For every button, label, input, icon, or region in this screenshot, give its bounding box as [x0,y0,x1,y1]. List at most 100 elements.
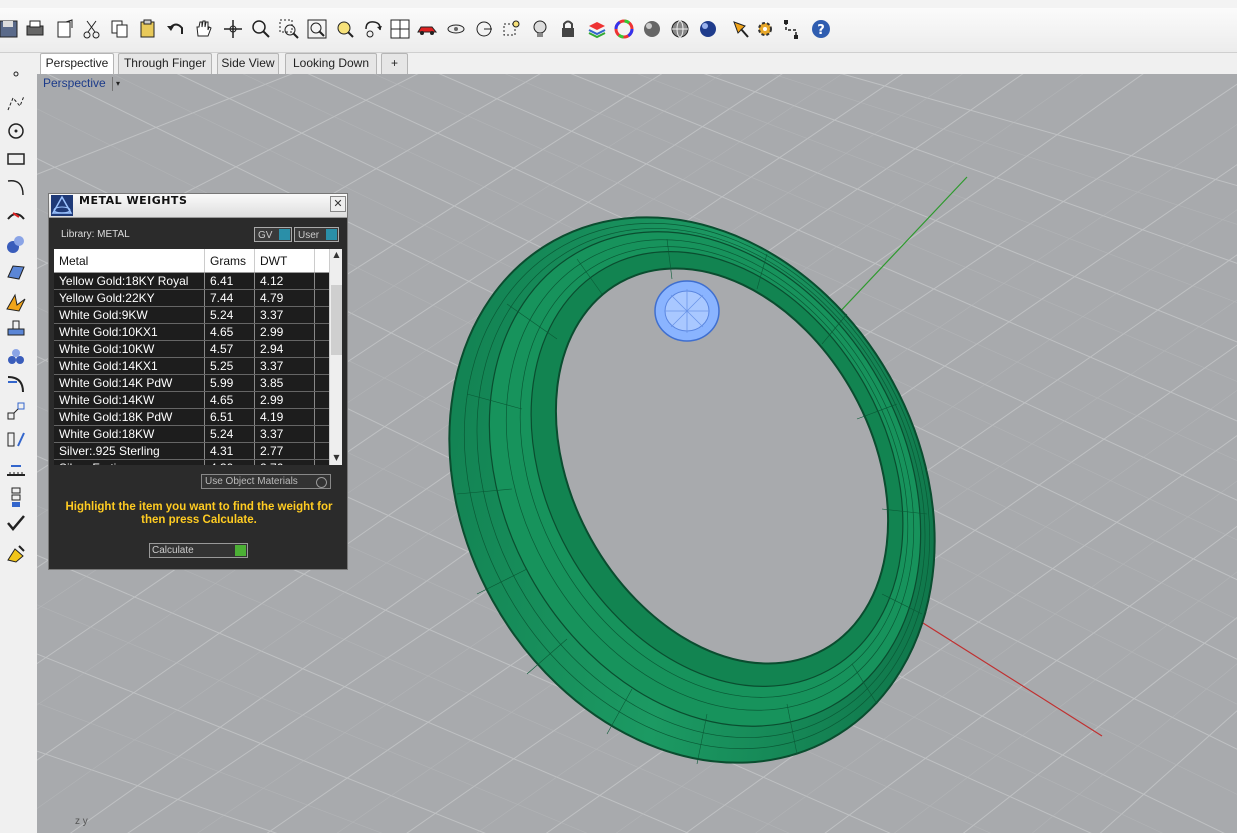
calculate-button[interactable]: Calculate [149,543,248,558]
dimension-icon[interactable] [780,16,806,42]
close-icon[interactable]: ✕ [330,196,346,212]
metal-cell: White Gold:18K PdW [54,408,205,426]
transform-icon[interactable] [3,398,29,424]
revolve-icon[interactable] [3,203,29,229]
dwt-cell: 2.76 [254,459,315,465]
metal-cell: White Gold:14K PdW [54,374,205,392]
library-label: Library: METAL [61,229,130,240]
print-icon[interactable] [22,16,48,42]
rotate-view-icon[interactable] [360,16,386,42]
polyline-icon[interactable] [3,90,29,116]
metal-cell: White Gold:14KW [54,391,205,409]
use-object-materials-toggle[interactable]: Use Object Materials [201,474,331,489]
table-row[interactable]: White Gold:14K PdW 5.99 3.85 [54,374,332,392]
rail-icon[interactable] [3,371,29,397]
sphere-wire-icon[interactable] [667,16,693,42]
paste-icon[interactable] [135,16,161,42]
circle-icon[interactable] [3,118,29,144]
table-row[interactable]: White Gold:18K PdW 6.51 4.19 [54,408,332,426]
gemstone [654,280,720,342]
export-icon[interactable] [52,16,78,42]
table-row[interactable]: White Gold:14KX1 5.25 3.37 [54,357,332,375]
array-icon[interactable] [3,484,29,510]
dwt-cell: 3.85 [254,374,315,392]
boolean-icon[interactable] [3,344,29,370]
curve-icon[interactable] [3,174,29,200]
four-viewports-icon[interactable] [387,16,413,42]
radio-icon [316,477,327,488]
rectangle-icon[interactable] [3,146,29,172]
column-header-grams[interactable]: Grams [204,249,255,273]
metal-weights-panel: METAL WEIGHTS ✕ Library: METAL GV User M… [48,193,348,570]
column-header-metal[interactable]: Metal [54,249,205,273]
eye-icon[interactable] [443,16,469,42]
mirror-icon[interactable] [3,426,29,452]
tab-looking-down[interactable]: Looking Down [285,53,377,74]
add-tab-button[interactable]: + [381,53,408,74]
surface-icon[interactable] [3,259,29,285]
tab-side-view[interactable]: Side View [217,53,279,74]
panel-title-bar[interactable]: METAL WEIGHTS ✕ [49,194,347,218]
table-row[interactable]: White Gold:18KW 5.24 3.37 [54,425,332,443]
table-row[interactable]: Silver:.925 Sterling 4.31 2.77 [54,442,332,460]
car-icon[interactable] [414,16,440,42]
light-bulb-icon[interactable] [527,16,553,42]
metal-table[interactable]: Metal Grams DWT Yellow Gold:18KY Royal 6.… [54,249,342,465]
tab-through-finger[interactable]: Through Finger [118,53,212,74]
table-row[interactable]: Silver:Fortium4.302.76 [54,459,332,465]
app-logo-icon [51,195,73,216]
user-toggle[interactable]: User [294,227,339,242]
pencil-star-icon[interactable] [728,16,754,42]
zoom-extents-icon[interactable] [304,16,330,42]
camera-icon[interactable] [471,16,497,42]
pan-icon[interactable] [190,16,216,42]
table-scrollbar[interactable]: ▲ ▼ [329,249,342,465]
color-wheel-icon[interactable] [611,16,637,42]
main-toolbar: ? [0,8,1237,53]
gv-label: GV [258,230,273,241]
zoom-icon[interactable] [248,16,274,42]
measure-icon[interactable] [3,456,29,482]
scroll-thumb[interactable] [331,285,342,355]
panel-title: METAL WEIGHTS [79,194,188,207]
gv-toggle[interactable]: GV [254,227,292,242]
undo-icon[interactable] [163,16,189,42]
dwt-cell: 4.79 [254,289,315,307]
table-row[interactable]: White Gold:14KW 4.65 2.99 [54,391,332,409]
layers-icon[interactable] [584,16,610,42]
sphere-blue-icon[interactable] [695,16,721,42]
move-icon[interactable] [220,16,246,42]
zoom-window-icon[interactable] [276,16,302,42]
extrude-icon[interactable] [3,315,29,341]
paint-icon[interactable] [3,540,29,566]
gear-icon[interactable] [752,16,778,42]
copy-icon[interactable] [107,16,133,42]
table-row[interactable]: Yellow Gold:18KY Royal 6.41 4.12 [54,272,332,290]
target-icon[interactable] [499,16,525,42]
dwt-cell: 3.37 [254,425,315,443]
check-icon[interactable] [3,510,29,536]
scroll-up-icon[interactable]: ▲ [330,249,342,261]
help-icon[interactable]: ? [808,16,834,42]
tab-perspective[interactable]: Perspective [40,53,114,75]
viewport-dropdown-icon[interactable]: ▾ [112,77,123,91]
point-icon[interactable] [3,61,29,87]
table-row[interactable]: White Gold:10KX1 4.65 2.99 [54,323,332,341]
dwt-cell: 2.99 [254,323,315,341]
sphere-gray-icon[interactable] [639,16,665,42]
table-row[interactable]: White Gold:9KW 5.24 3.37 [54,306,332,324]
cut-icon[interactable] [79,16,105,42]
grams-cell: 5.99 [204,374,255,392]
lock-icon[interactable] [555,16,581,42]
spheres-icon[interactable] [3,231,29,257]
table-row[interactable]: Yellow Gold:22KY 7.44 4.79 [54,289,332,307]
column-header-dwt[interactable]: DWT [254,249,315,273]
scroll-down-icon[interactable]: ▼ [330,452,342,464]
table-row[interactable]: White Gold:10KW 4.57 2.94 [54,340,332,358]
viewport-title[interactable]: Perspective [43,76,106,90]
zoom-selected-icon[interactable] [332,16,358,42]
user-label: User [298,230,320,241]
fold-icon[interactable] [3,289,29,315]
save-icon[interactable] [0,16,22,42]
metal-cell: Silver:.925 Sterling [54,442,205,460]
